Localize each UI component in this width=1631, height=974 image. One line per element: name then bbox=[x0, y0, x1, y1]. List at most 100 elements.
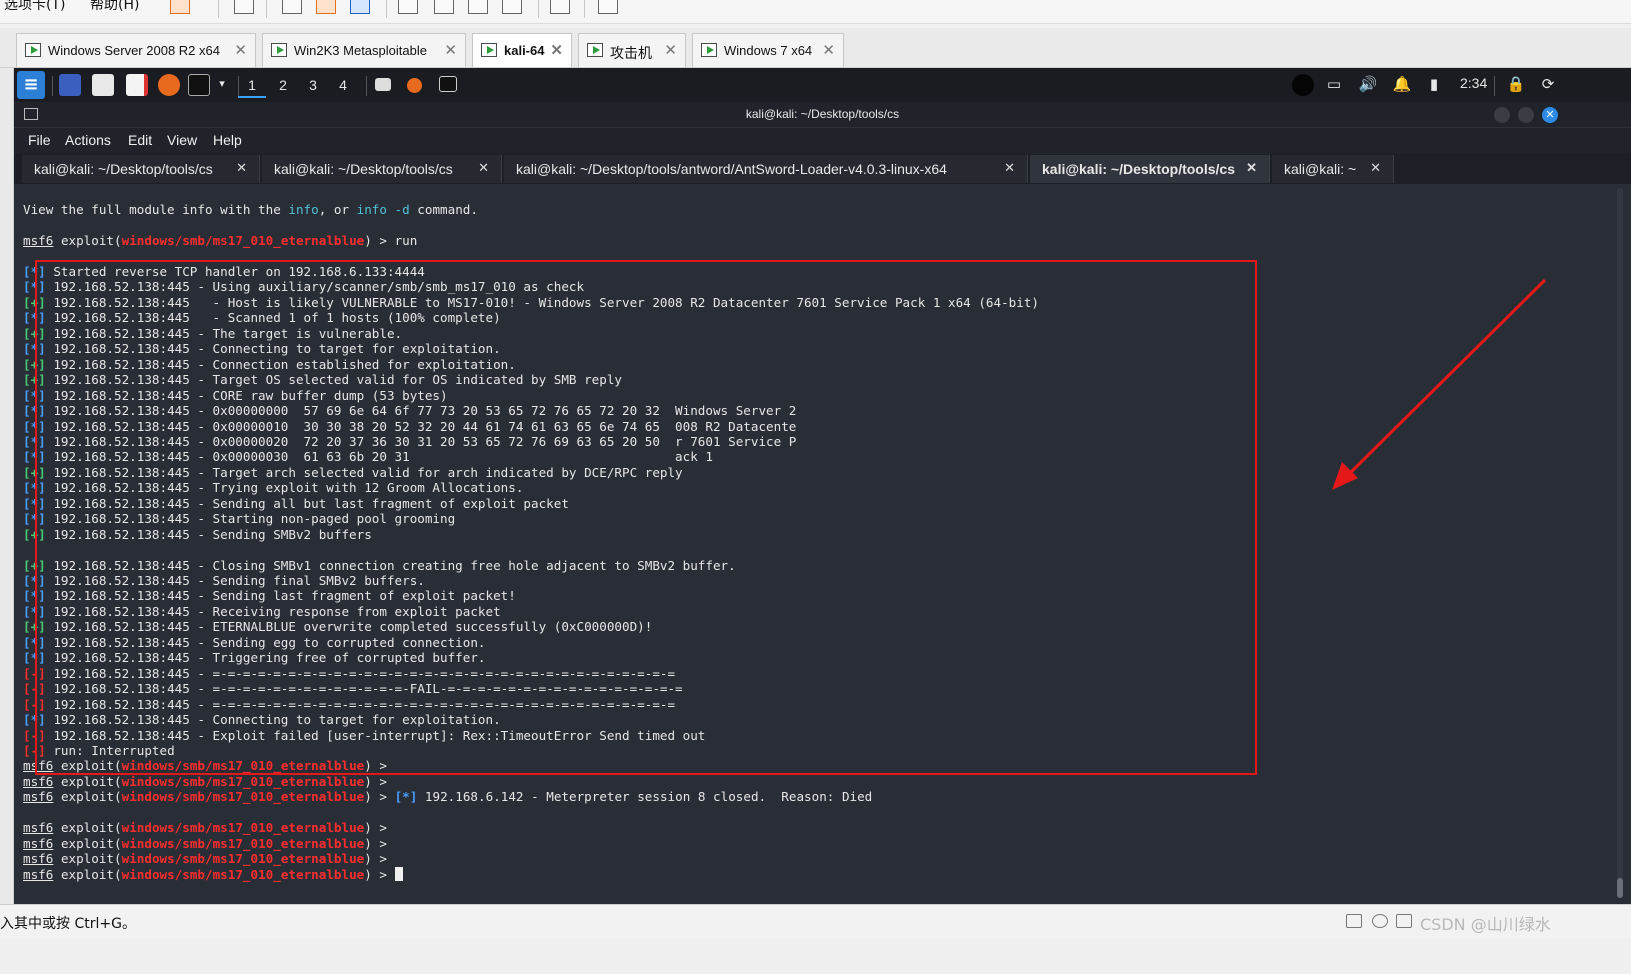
cd-drive-icon[interactable] bbox=[1372, 914, 1388, 928]
output-line: [*] Started reverse TCP handler on 192.1… bbox=[23, 264, 425, 280]
text-editor-icon[interactable] bbox=[126, 74, 148, 96]
show-desktop-icon[interactable] bbox=[59, 74, 81, 96]
minimize-button[interactable] bbox=[1494, 107, 1510, 123]
host-menu-help[interactable]: 帮助(H) bbox=[90, 0, 139, 14]
terminal-tab[interactable]: kali@kali: ~/Desktop/tools/cs ✕ bbox=[22, 155, 260, 183]
chevron-down-icon[interactable]: ▾ bbox=[212, 74, 232, 94]
status-marker: [*] bbox=[23, 264, 46, 279]
vm-tab-windows-server-2008[interactable]: Windows Server 2008 R2 x64 ✕ bbox=[16, 33, 256, 67]
status-marker: [*] bbox=[23, 511, 46, 527]
workspace-4[interactable]: 4 bbox=[329, 72, 357, 98]
volume-icon[interactable]: 🔊 bbox=[1358, 74, 1378, 94]
menu-actions[interactable]: Actions bbox=[65, 132, 111, 148]
output-line: [*] 192.168.52.138:445 - 0x00000030 61 6… bbox=[23, 449, 713, 465]
logout-icon[interactable]: ⟳ bbox=[1538, 74, 1558, 94]
view-sidebar-icon[interactable] bbox=[398, 0, 418, 14]
menu-view[interactable]: View bbox=[167, 132, 197, 148]
prompt-tail: ) > bbox=[364, 820, 395, 836]
pause-icon[interactable] bbox=[170, 0, 190, 14]
kali-menu-icon[interactable]: ≡ bbox=[17, 71, 45, 99]
revert-snapshot-icon[interactable] bbox=[316, 0, 336, 14]
output-line: [-] 192.168.52.138:445 - =-=-=-=-=-=-=-=… bbox=[23, 697, 675, 713]
close-icon[interactable]: ✕ bbox=[550, 41, 563, 59]
vm-running-icon bbox=[701, 43, 717, 57]
close-icon[interactable]: ✕ bbox=[234, 41, 247, 59]
prompt-cmd: exploit( bbox=[60, 789, 122, 805]
terminal-tab[interactable]: kali@kali: ~/Desktop/tools/cs ✕ bbox=[262, 155, 502, 183]
lock-icon[interactable]: 🔒 bbox=[1506, 74, 1526, 94]
vm-tab-windows-7[interactable]: Windows 7 x64 ✕ bbox=[692, 33, 844, 67]
terminal-tab-label: kali@kali: ~/Desktop/tools/antword/AntSw… bbox=[516, 161, 947, 177]
send-keys-icon[interactable] bbox=[234, 0, 254, 14]
prompt-line: msf6 exploit(windows/smb/ms17_010_eterna… bbox=[23, 233, 417, 249]
vm-running-icon bbox=[587, 43, 603, 57]
vm-tab-kali[interactable]: kali-64 ✕ bbox=[472, 33, 572, 67]
prompt-user: msf6 bbox=[23, 835, 54, 851]
stretch-icon[interactable] bbox=[598, 0, 618, 14]
unity-icon[interactable] bbox=[502, 0, 522, 14]
network-icon[interactable] bbox=[1396, 914, 1412, 928]
panel-divider bbox=[366, 76, 367, 96]
status-marker: [-] bbox=[23, 665, 46, 681]
file-manager-icon[interactable] bbox=[92, 74, 114, 96]
close-icon[interactable]: ✕ bbox=[1370, 160, 1381, 176]
terminal-output[interactable]: View the full module info with the info,… bbox=[14, 184, 1631, 904]
battery-icon[interactable]: ▮ bbox=[1424, 74, 1444, 94]
fullscreen-icon[interactable] bbox=[468, 0, 488, 14]
console-icon[interactable] bbox=[550, 0, 570, 14]
menu-file[interactable]: File bbox=[28, 132, 51, 148]
workspace-1[interactable]: 1 bbox=[238, 72, 266, 98]
toolbar-divider bbox=[386, 0, 387, 18]
prompt-cmd: exploit( bbox=[60, 773, 122, 789]
status-marker: [*] bbox=[23, 650, 46, 666]
output-text: 192.168.52.138:445 - ETERNALBLUE overwri… bbox=[45, 619, 653, 635]
close-icon[interactable]: ✕ bbox=[478, 160, 489, 176]
close-icon[interactable]: ✕ bbox=[822, 41, 835, 59]
menu-help[interactable]: Help bbox=[213, 132, 242, 148]
output-text: 192.168.52.138:445 - Target arch selecte… bbox=[45, 464, 683, 480]
close-icon[interactable]: ✕ bbox=[664, 41, 677, 59]
output-text: 192.168.52.138:445 - Target OS selected … bbox=[45, 372, 622, 388]
prompt-line: msf6 exploit(windows/smb/ms17_010_eterna… bbox=[23, 836, 395, 852]
user-avatar-icon[interactable] bbox=[1292, 74, 1314, 96]
typed-command: run bbox=[394, 233, 418, 248]
status-marker: [-] bbox=[23, 727, 46, 743]
terminal-tab-active[interactable]: kali@kali: ~/Desktop/tools/cs ✕ bbox=[1030, 155, 1270, 183]
status-marker: [*] bbox=[23, 341, 46, 357]
status-marker: [*] bbox=[23, 495, 46, 511]
firefox-icon[interactable] bbox=[158, 74, 180, 96]
close-icon[interactable]: ✕ bbox=[1246, 160, 1257, 176]
snapshot-manager-icon[interactable] bbox=[350, 0, 370, 14]
status-marker: [-] bbox=[23, 742, 46, 758]
snapshot-icon[interactable] bbox=[282, 0, 302, 14]
vm-tab-win2k3[interactable]: Win2K3 Metasploitable ✕ bbox=[262, 33, 466, 67]
info-hint-line: View the full module info with the info,… bbox=[23, 202, 478, 218]
panel-clock[interactable]: 2:34 bbox=[1460, 75, 1487, 91]
display-icon[interactable]: ▭ bbox=[1324, 74, 1344, 94]
bell-icon[interactable]: 🔔 bbox=[1392, 74, 1412, 94]
maximize-button[interactable] bbox=[1518, 107, 1534, 123]
status-marker: [*] bbox=[23, 433, 46, 449]
workspace-2[interactable]: 2 bbox=[269, 72, 297, 98]
close-icon[interactable]: ✕ bbox=[444, 41, 457, 59]
firefox-window-icon[interactable] bbox=[407, 78, 422, 93]
terminal-tab[interactable]: kali@kali: ~/Desktop/tools/antword/AntSw… bbox=[504, 155, 1028, 183]
close-icon[interactable]: ✕ bbox=[1004, 160, 1015, 176]
terminal-window-icon[interactable] bbox=[439, 76, 457, 92]
terminal-icon[interactable] bbox=[188, 74, 210, 96]
workspace-3[interactable]: 3 bbox=[299, 72, 327, 98]
scrollbar-thumb[interactable] bbox=[1617, 878, 1623, 898]
output-line: [*] 192.168.52.138:445 - Sending final S… bbox=[23, 573, 425, 589]
hard-disk-icon[interactable] bbox=[1346, 914, 1362, 928]
close-icon[interactable]: ✕ bbox=[236, 160, 247, 176]
vm-tab-attacker[interactable]: 攻击机 ✕ bbox=[578, 33, 686, 67]
terminal-tab[interactable]: kali@kali: ~ ✕ bbox=[1272, 155, 1394, 183]
view-thumbnail-icon[interactable] bbox=[434, 0, 454, 14]
host-menu-tabs[interactable]: 选项卡(T) bbox=[4, 0, 65, 14]
window-button-icon[interactable] bbox=[375, 78, 391, 91]
status-marker: [*] bbox=[23, 310, 46, 326]
close-button[interactable]: ✕ bbox=[1542, 107, 1558, 123]
menu-edit[interactable]: Edit bbox=[128, 132, 152, 148]
terminal-scrollbar[interactable] bbox=[1617, 188, 1623, 898]
output-text: 192.168.52.138:445 - Trying exploit with… bbox=[45, 480, 524, 496]
